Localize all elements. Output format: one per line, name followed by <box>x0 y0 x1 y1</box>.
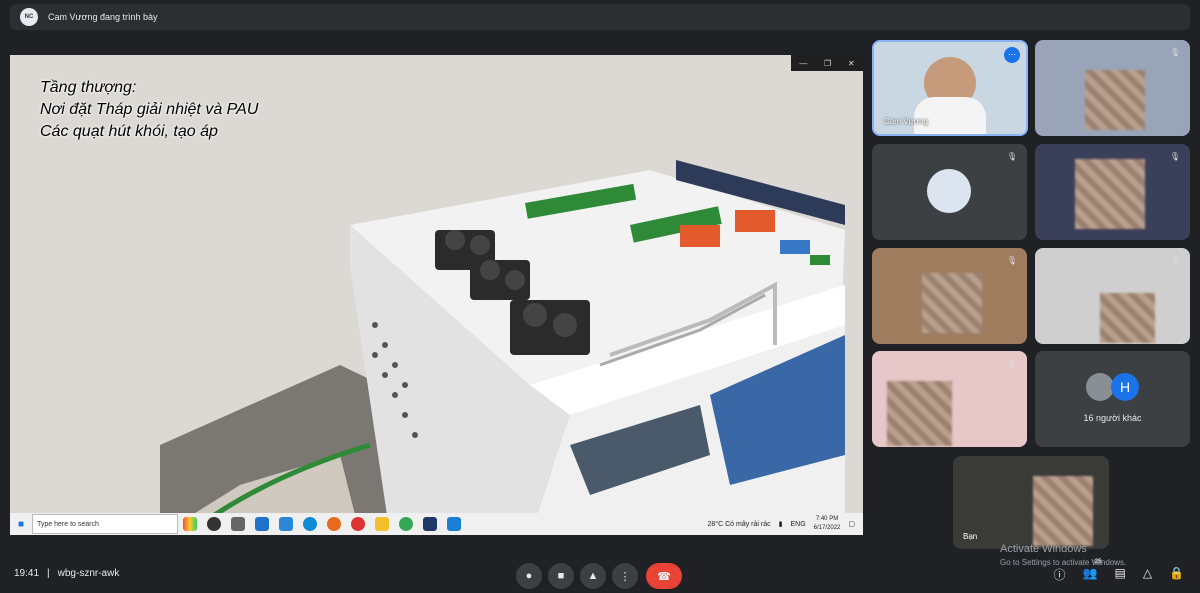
participant-avatar <box>927 169 971 213</box>
mic-off-icon: 🎙 <box>1006 256 1018 265</box>
right-controls: ⓘ 👥 25 ▤ △ 🔒 <box>1054 559 1184 583</box>
participant-tile[interactable]: ⋯ Cam Vương <box>872 40 1028 136</box>
close-icon[interactable]: ✕ <box>848 59 855 68</box>
others-tile[interactable]: H 16 người khác <box>1035 351 1190 447</box>
participant-tile[interactable]: 🎙 <box>1035 144 1190 240</box>
camera-button[interactable]: ■ <box>548 563 574 589</box>
search-placeholder: Type here to search <box>37 520 99 528</box>
mic-off-icon: 🎙 <box>1006 359 1018 368</box>
activities-icon[interactable]: △ <box>1143 566 1152 583</box>
clock-time: 7:40 PM <box>815 516 839 522</box>
mic-off-icon: 🎙 <box>1006 152 1018 161</box>
self-video <box>1033 476 1093 546</box>
host-controls-icon[interactable]: 🔒 <box>1169 566 1184 583</box>
participant-tile[interactable]: 🎙 <box>872 144 1027 240</box>
notification-icon[interactable]: ▢ <box>848 520 855 528</box>
shared-screen: — ❐ ✕ Tầng thượng: Nơi đặt Tháp giải nhi… <box>10 55 863 535</box>
presenting-label: Cam Vương đang trình bày <box>48 12 158 22</box>
participant-video <box>1100 293 1155 343</box>
more-options-button[interactable]: ⋮ <box>612 563 638 589</box>
meeting-info: 19:41 | wbg-sznr-awk <box>14 568 119 579</box>
mic-off-icon: 🎙 <box>1169 48 1181 57</box>
camera-icon: ■ <box>557 570 565 582</box>
edge-icon[interactable] <box>303 517 317 531</box>
widgets-icon[interactable] <box>231 517 245 531</box>
current-time: 19:41 <box>14 568 40 579</box>
mail-icon[interactable] <box>279 517 293 531</box>
phone-hangup-icon: ☎ <box>657 570 671 583</box>
chat-icon[interactable]: ▤ <box>1114 566 1125 583</box>
participant-name: Cam Vương <box>884 117 928 126</box>
activate-title: Activate Windows <box>1000 543 1087 555</box>
minimize-icon[interactable]: — <box>799 59 807 68</box>
participant-tile[interactable]: 🎙 <box>872 248 1027 344</box>
mic-tray-icon[interactable]: ▮ <box>779 520 783 528</box>
taskbar-app-icon[interactable] <box>183 517 197 531</box>
self-view-tile[interactable]: Bạn <box>953 456 1109 549</box>
people-count-badge: 25 <box>1092 559 1104 565</box>
presenting-banner: NC Cam Vương đang trình bày <box>10 4 1190 30</box>
present-button[interactable]: ▲ <box>580 563 606 589</box>
taskbar-clock[interactable]: 7:40 PM 6/17/2022 <box>814 515 841 533</box>
app3-icon[interactable] <box>447 517 461 531</box>
microphone-button[interactable]: ● <box>516 563 542 589</box>
participant-video <box>887 381 952 446</box>
slide-line-1: Tầng thượng: <box>40 79 137 96</box>
speaking-indicator-icon: ⋯ <box>1004 47 1020 63</box>
explorer-icon[interactable] <box>375 517 389 531</box>
people-icon[interactable]: 👥 25 <box>1083 559 1104 583</box>
store-icon[interactable] <box>255 517 269 531</box>
presenter-avatar: NC <box>20 8 38 26</box>
clock-date: 6/17/2022 <box>813 525 841 531</box>
lang-indicator[interactable]: ENG <box>791 521 806 528</box>
more-vert-icon: ⋮ <box>619 570 631 583</box>
separator: | <box>47 568 50 579</box>
task-view-icon[interactable] <box>207 517 221 531</box>
windows-taskbar: ■ Type here to search 28°C Có mây rải rá… <box>10 513 863 535</box>
participant-tile[interactable]: 🎙 <box>1035 40 1190 136</box>
participant-video <box>1075 159 1145 229</box>
participant-video <box>1085 70 1145 130</box>
other-avatar-letter: H <box>1111 373 1139 401</box>
microphone-icon: ● <box>525 570 533 582</box>
others-count: 16 người khác <box>1083 413 1142 423</box>
firefox-icon[interactable] <box>327 517 341 531</box>
restore-icon[interactable]: ❐ <box>824 59 831 68</box>
app-icon[interactable] <box>351 517 365 531</box>
meeting-details-icon[interactable]: ⓘ <box>1054 566 1066 583</box>
mic-off-icon: 🎙 <box>1169 152 1181 161</box>
slide-line-2: Nơi đặt Tháp giải nhiệt và PAU <box>40 101 259 118</box>
participant-video <box>922 273 982 333</box>
other-avatar <box>1086 373 1114 401</box>
mic-off-icon: 🎙 <box>1169 256 1181 265</box>
meeting-code: wbg-sznr-awk <box>57 568 120 579</box>
slide-caption: Tầng thượng: Nơi đặt Tháp giải nhiệt và … <box>40 77 258 143</box>
participant-tile[interactable]: 🎙 <box>872 351 1027 447</box>
taskbar-search[interactable]: Type here to search <box>32 514 178 534</box>
self-name: Bạn <box>963 532 978 541</box>
leave-call-button[interactable]: ☎ <box>646 563 682 589</box>
windows-start-icon[interactable]: ■ <box>10 519 32 530</box>
app2-icon[interactable] <box>423 517 437 531</box>
window-controls: — ❐ ✕ <box>791 55 863 71</box>
chrome-icon[interactable] <box>399 517 413 531</box>
slide-line-3: Các quạt hút khói, tạo áp <box>40 123 218 140</box>
weather-text[interactable]: 28°C Có mây rải rác <box>708 521 771 528</box>
present-icon: ▲ <box>587 570 599 582</box>
participant-tile[interactable]: 🎙 <box>1035 248 1190 344</box>
